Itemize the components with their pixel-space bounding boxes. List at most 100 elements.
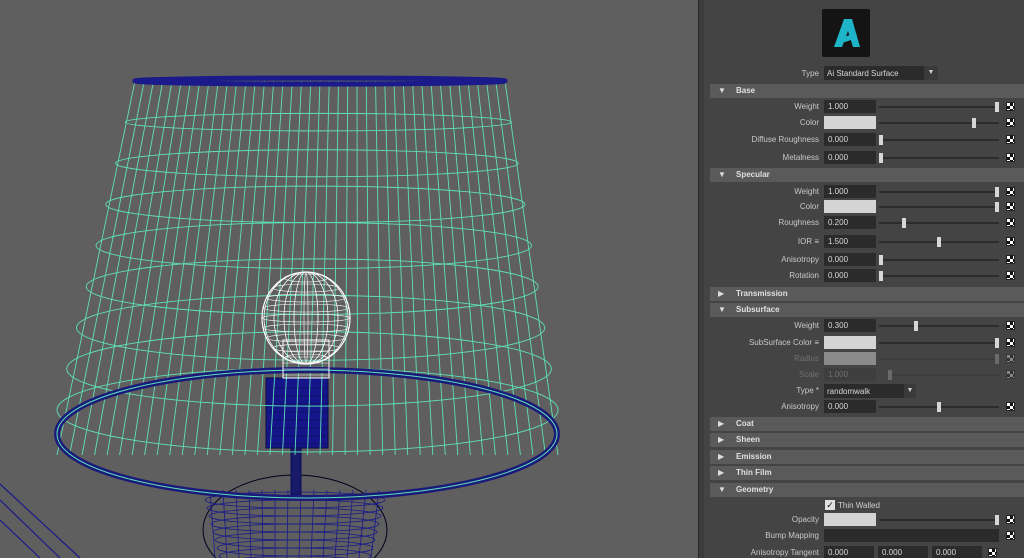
specular-color-slider[interactable] <box>879 202 999 212</box>
thin-walled-checkbox[interactable]: ✓ <box>825 500 835 510</box>
roughness-slider[interactable] <box>879 218 999 228</box>
subsurface-weight-slider[interactable] <box>879 321 999 331</box>
anisotropy-tangent-y-field[interactable]: 0.000 <box>878 546 928 558</box>
base-weight-slider[interactable] <box>879 102 999 112</box>
base-weight-row: Weight 1.000 <box>704 99 1024 115</box>
slider-handle[interactable] <box>902 218 907 228</box>
roughness-label: Roughness <box>778 218 819 227</box>
slider-handle[interactable] <box>913 321 918 331</box>
slider-handle[interactable] <box>879 255 883 265</box>
slider-handle[interactable] <box>995 338 999 348</box>
map-button-icon[interactable] <box>1006 321 1015 330</box>
lamp-base-ring <box>218 547 372 558</box>
subsurface-weight-field[interactable]: 0.300 <box>824 319 876 332</box>
expanded-triangle-icon[interactable]: ▼ <box>718 486 726 494</box>
section-base[interactable]: ▼ Base <box>710 84 1024 98</box>
slider-handle[interactable] <box>995 187 999 197</box>
subsurface-type-dropdown[interactable]: randomwalk ▼ <box>824 384 916 398</box>
specular-anisotropy-slider[interactable] <box>879 255 999 265</box>
chevron-down-icon[interactable]: ▼ <box>904 384 916 398</box>
specular-color-swatch[interactable] <box>824 200 876 213</box>
collapsed-triangle-icon[interactable]: ▶ <box>718 290 724 298</box>
map-button-icon[interactable] <box>1006 531 1015 540</box>
subsurface-anisotropy-label: Anisotropy <box>781 402 819 411</box>
map-button-icon[interactable] <box>1006 271 1015 280</box>
expanded-triangle-icon[interactable]: ▼ <box>718 306 726 314</box>
rotation-slider[interactable] <box>879 271 999 281</box>
slider-handle[interactable] <box>995 515 999 525</box>
lamp-wireframe-scene[interactable] <box>0 0 698 558</box>
slider-handle[interactable] <box>879 271 883 281</box>
collapsed-triangle-icon[interactable]: ▶ <box>718 436 724 444</box>
anisotropy-tangent-z-field[interactable]: 0.000 <box>932 546 982 558</box>
anisotropy-tangent-x-field[interactable]: 0.000 <box>824 546 874 558</box>
subsurface-anisotropy-field[interactable]: 0.000 <box>824 400 876 413</box>
collapsed-triangle-icon[interactable]: ▶ <box>718 469 724 477</box>
map-button-icon[interactable] <box>1006 202 1015 211</box>
map-button-icon[interactable] <box>1006 338 1015 347</box>
slider-handle[interactable] <box>937 402 941 412</box>
slider-handle[interactable] <box>937 237 941 247</box>
specular-anisotropy-field[interactable]: 0.000 <box>824 253 876 266</box>
slider-handle[interactable] <box>971 118 976 128</box>
expanded-triangle-icon[interactable]: ▼ <box>718 171 726 179</box>
map-button-icon[interactable] <box>1006 237 1015 246</box>
base-color-slider[interactable] <box>879 118 999 128</box>
section-transmission[interactable]: ▶ Transmission <box>710 287 1024 301</box>
map-button-icon[interactable] <box>1006 255 1015 264</box>
map-button-icon[interactable] <box>1006 402 1015 411</box>
base-color-swatch[interactable] <box>824 116 876 129</box>
opacity-swatch[interactable] <box>824 513 876 526</box>
opacity-slider[interactable] <box>879 515 999 525</box>
specular-anisotropy-label: Anisotropy <box>781 255 819 264</box>
section-specular-label: Specular <box>736 170 770 179</box>
bulb-ring <box>266 333 346 343</box>
3d-viewport[interactable] <box>0 0 698 558</box>
rotation-field[interactable]: 0.000 <box>824 269 876 282</box>
section-sheen[interactable]: ▶ Sheen <box>710 433 1024 447</box>
map-button-icon[interactable] <box>1006 187 1015 196</box>
bump-mapping-row: Bump Mapping <box>704 528 1024 544</box>
section-geometry[interactable]: ▼ Geometry <box>710 483 1024 497</box>
map-button-icon[interactable] <box>1006 118 1015 127</box>
bump-mapping-field[interactable] <box>824 529 999 542</box>
metalness-field[interactable]: 0.000 <box>824 151 876 164</box>
bulb-ring <box>261 313 350 323</box>
map-button-icon <box>1006 370 1015 379</box>
slider-handle[interactable] <box>879 135 883 145</box>
base-weight-field[interactable]: 1.000 <box>824 100 876 113</box>
slider-handle[interactable] <box>995 102 999 112</box>
specular-weight-slider[interactable] <box>879 187 999 197</box>
map-button-icon[interactable] <box>1006 218 1015 227</box>
subsurface-type-row: Type * randomwalk ▼ <box>704 383 1024 399</box>
ior-field[interactable]: 1.500 <box>824 235 876 248</box>
slider-handle[interactable] <box>995 202 999 212</box>
map-button-icon[interactable] <box>1006 515 1015 524</box>
slider-handle[interactable] <box>879 153 883 163</box>
subsurface-anisotropy-slider[interactable] <box>879 402 999 412</box>
section-specular[interactable]: ▼ Specular <box>710 168 1024 182</box>
map-button-icon[interactable] <box>1006 153 1015 162</box>
map-button-icon[interactable] <box>988 548 997 557</box>
slider-handle <box>995 354 999 364</box>
subsurface-color-slider[interactable] <box>879 338 999 348</box>
type-dropdown[interactable]: Ai Standard Surface ▼ <box>824 66 938 80</box>
collapsed-triangle-icon[interactable]: ▶ <box>718 420 724 428</box>
section-coat[interactable]: ▶ Coat <box>710 417 1024 431</box>
map-button-icon[interactable] <box>1006 135 1015 144</box>
specular-weight-field[interactable]: 1.000 <box>824 185 876 198</box>
section-thin-film[interactable]: ▶ Thin Film <box>710 466 1024 480</box>
collapsed-triangle-icon[interactable]: ▶ <box>718 453 724 461</box>
ior-slider[interactable] <box>879 237 999 247</box>
expanded-triangle-icon[interactable]: ▼ <box>718 87 726 95</box>
ior-row: IOR ≡ 1.500 <box>704 234 1024 250</box>
map-button-icon[interactable] <box>1006 102 1015 111</box>
section-subsurface[interactable]: ▼ Subsurface <box>710 303 1024 317</box>
chevron-down-icon[interactable]: ▼ <box>924 66 938 80</box>
section-emission[interactable]: ▶ Emission <box>710 450 1024 464</box>
metalness-slider[interactable] <box>879 153 999 163</box>
diffuse-roughness-field[interactable]: 0.000 <box>824 133 876 146</box>
subsurface-color-swatch[interactable] <box>824 336 876 349</box>
diffuse-roughness-slider[interactable] <box>879 135 999 145</box>
roughness-field[interactable]: 0.200 <box>824 216 876 229</box>
